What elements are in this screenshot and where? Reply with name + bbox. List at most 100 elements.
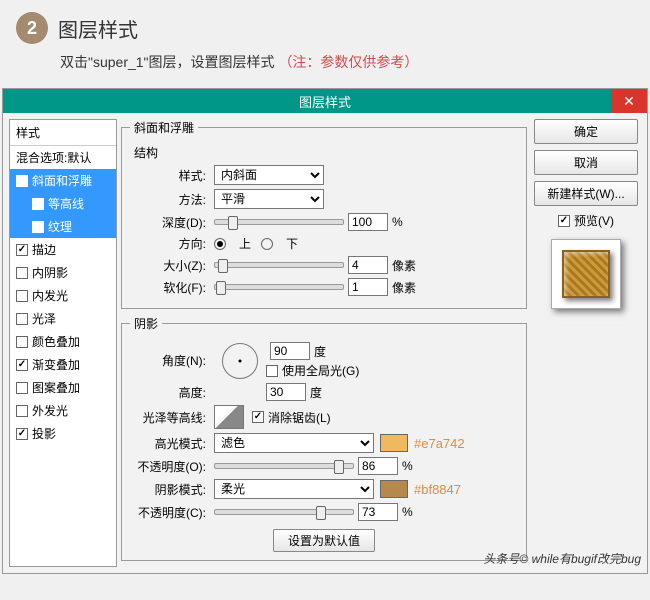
size-slider[interactable] (214, 262, 344, 268)
angle-control[interactable] (222, 343, 258, 379)
antialias-label: 消除锯齿(L) (268, 409, 331, 426)
cancel-button[interactable]: 取消 (534, 150, 638, 175)
style-item[interactable]: 图案叠加 (10, 376, 116, 399)
style-item[interactable]: 光泽 (10, 307, 116, 330)
style-item[interactable]: 投影 (10, 422, 116, 445)
depth-input[interactable] (348, 213, 388, 231)
size-label: 大小(Z): (130, 257, 214, 274)
style-item[interactable]: 斜面和浮雕 (10, 169, 116, 192)
angle-input[interactable] (270, 342, 310, 360)
style-item-label: 图案叠加 (32, 379, 80, 396)
highlight-color-swatch[interactable] (380, 434, 408, 452)
highlight-mode-select[interactable]: 滤色 (214, 433, 374, 453)
style-checkbox[interactable] (16, 428, 28, 440)
highlight-opacity-slider[interactable] (214, 463, 354, 469)
direction-down-label: 下 (286, 235, 298, 252)
soften-slider[interactable] (214, 284, 344, 290)
style-item-label: 内阴影 (32, 264, 68, 281)
bevel-fieldset: 斜面和浮雕 结构 样式: 内斜面 方法: 平滑 深度(D): % 方向: (121, 119, 527, 309)
antialias-checkbox[interactable] (252, 411, 264, 423)
shadow-opacity-input[interactable] (358, 503, 398, 521)
style-checkbox[interactable] (16, 290, 28, 302)
highlight-hex: #e7a742 (414, 436, 465, 451)
technique-label: 方法: (130, 191, 214, 208)
style-checkbox[interactable] (16, 313, 28, 325)
style-checkbox[interactable] (16, 405, 28, 417)
structure-label: 结构 (134, 144, 518, 161)
desc-text: 双击"super_1"图层，设置图层样式 (60, 54, 275, 70)
altitude-label: 高度: (130, 384, 214, 401)
close-button[interactable]: ✕ (611, 89, 647, 113)
gloss-contour-label: 光泽等高线: (130, 409, 214, 426)
preview-label: 预览(V) (574, 212, 614, 229)
shading-fieldset: 阴影 角度(N): 度 使用全局光(G) (121, 315, 527, 561)
soften-unit: 像素 (392, 279, 416, 296)
shadow-color-swatch[interactable] (380, 480, 408, 498)
size-input[interactable] (348, 256, 388, 274)
style-checkbox[interactable] (16, 336, 28, 348)
preview-checkbox[interactable] (558, 215, 570, 227)
highlight-opacity-input[interactable] (358, 457, 398, 475)
style-item-label: 纹理 (48, 218, 72, 235)
altitude-input[interactable] (266, 383, 306, 401)
style-checkbox[interactable] (16, 359, 28, 371)
style-item[interactable]: 纹理 (10, 215, 116, 238)
shadow-mode-select[interactable]: 柔光 (214, 479, 374, 499)
depth-label: 深度(D): (130, 214, 214, 231)
size-unit: 像素 (392, 257, 416, 274)
style-checkbox[interactable] (16, 382, 28, 394)
style-item-label: 投影 (32, 425, 56, 442)
style-select[interactable]: 内斜面 (214, 165, 324, 185)
direction-down-radio[interactable] (261, 238, 273, 250)
style-label: 样式: (130, 167, 214, 184)
styles-list: 样式 混合选项:默认 斜面和浮雕等高线纹理描边内阴影内发光光泽颜色叠加渐变叠加图… (9, 119, 117, 567)
depth-unit: % (392, 215, 403, 229)
angle-unit: 度 (314, 343, 326, 360)
style-item[interactable]: 内发光 (10, 284, 116, 307)
style-item[interactable]: 渐变叠加 (10, 353, 116, 376)
highlight-mode-label: 高光模式: (130, 435, 214, 452)
shadow-opacity-slider[interactable] (214, 509, 354, 515)
style-item[interactable]: 外发光 (10, 399, 116, 422)
style-checkbox[interactable] (16, 244, 28, 256)
direction-label: 方向: (130, 235, 214, 252)
style-item[interactable]: 描边 (10, 238, 116, 261)
soften-input[interactable] (348, 278, 388, 296)
style-item[interactable]: 内阴影 (10, 261, 116, 284)
preview-thumbnail (551, 239, 621, 309)
style-item-label: 光泽 (32, 310, 56, 327)
style-item[interactable]: 颜色叠加 (10, 330, 116, 353)
shading-legend: 阴影 (130, 315, 162, 332)
highlight-opacity-unit: % (402, 459, 413, 473)
bevel-legend: 斜面和浮雕 (130, 119, 198, 136)
style-item[interactable]: 等高线 (10, 192, 116, 215)
global-light-label: 使用全局光(G) (282, 362, 359, 379)
preview-swatch (562, 250, 610, 298)
new-style-button[interactable]: 新建样式(W)... (534, 181, 638, 206)
shadow-opacity-unit: % (402, 505, 413, 519)
style-checkbox[interactable] (16, 267, 28, 279)
altitude-unit: 度 (310, 384, 322, 401)
style-checkbox[interactable] (16, 175, 28, 187)
blend-options-item[interactable]: 混合选项:默认 (10, 146, 116, 169)
shadow-mode-label: 阴影模式: (130, 481, 214, 498)
technique-select[interactable]: 平滑 (214, 189, 324, 209)
style-checkbox[interactable] (32, 198, 44, 210)
make-default-button[interactable]: 设置为默认值 (273, 529, 375, 552)
soften-label: 软化(F): (130, 279, 214, 296)
style-item-label: 描边 (32, 241, 56, 258)
dialog-title: 图层样式 (299, 92, 351, 111)
global-light-checkbox[interactable] (266, 365, 278, 377)
style-item-label: 渐变叠加 (32, 356, 80, 373)
layer-style-dialog: 图层样式 ✕ 样式 混合选项:默认 斜面和浮雕等高线纹理描边内阴影内发光光泽颜色… (2, 88, 648, 574)
gloss-contour-picker[interactable] (214, 405, 244, 429)
style-item-label: 内发光 (32, 287, 68, 304)
step-badge: 2 (16, 12, 48, 44)
direction-up-radio[interactable] (214, 238, 226, 250)
style-item-label: 颜色叠加 (32, 333, 80, 350)
style-checkbox[interactable] (32, 221, 44, 233)
depth-slider[interactable] (214, 219, 344, 225)
page-title: 图层样式 (58, 14, 138, 43)
direction-up-label: 上 (239, 235, 251, 252)
ok-button[interactable]: 确定 (534, 119, 638, 144)
